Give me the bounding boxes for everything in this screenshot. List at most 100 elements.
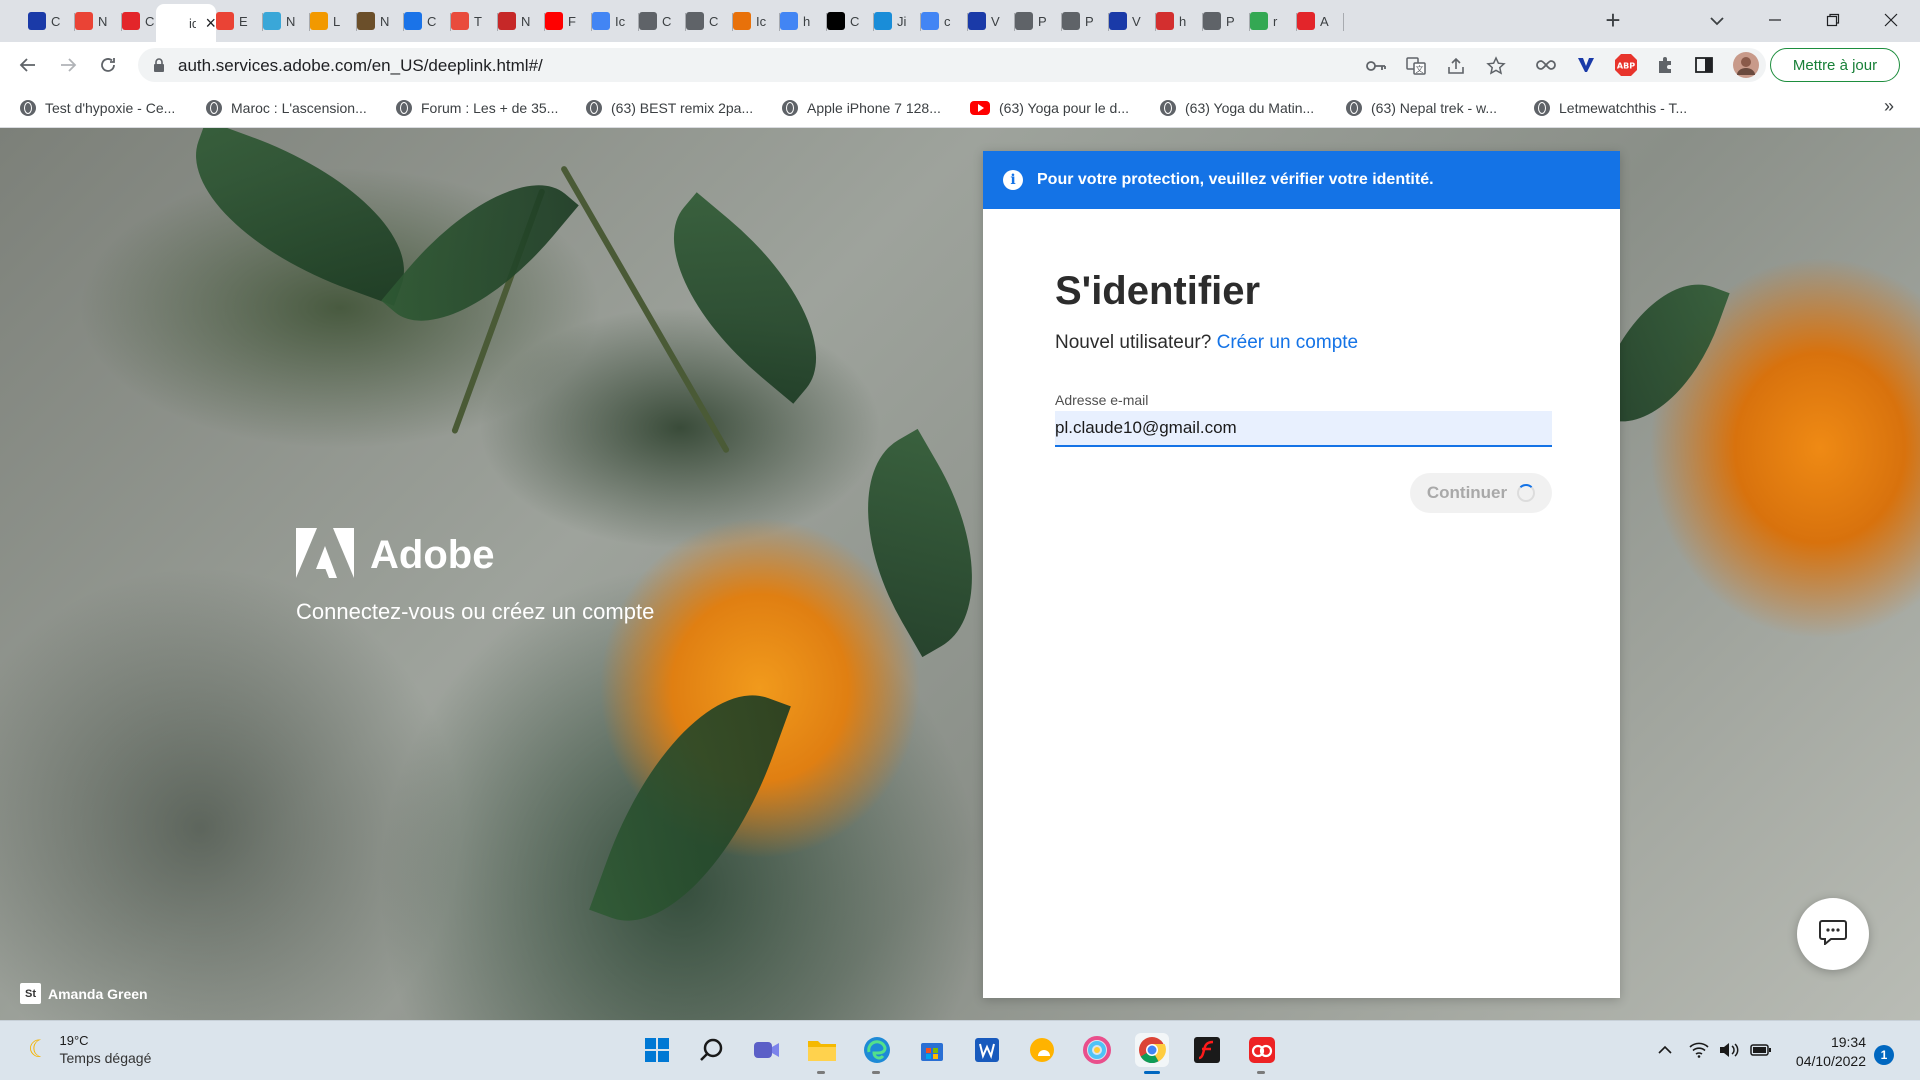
tab-title: r	[1273, 13, 1278, 29]
svg-text:ABP: ABP	[1617, 62, 1635, 71]
notification-badge[interactable]: 1	[1874, 1045, 1894, 1065]
extensions-puzzle-icon[interactable]	[1654, 53, 1678, 77]
moon-icon: ☾	[28, 1036, 50, 1063]
adobe-signin-page: Adobe Connectez-vous ou créez un compte …	[0, 128, 1920, 1020]
address-bar[interactable]: auth.services.adobe.com/en_US/deeplink.h…	[138, 48, 1766, 82]
tab-title: T	[474, 13, 482, 29]
running-indicator	[817, 1071, 825, 1074]
search-icon[interactable]	[695, 1033, 729, 1067]
photos-icon[interactable]	[1080, 1033, 1114, 1067]
tab-title: h	[1179, 13, 1187, 29]
back-icon[interactable]	[12, 49, 44, 81]
profile-avatar[interactable]	[1732, 51, 1760, 79]
flag-icon	[1156, 12, 1174, 30]
bookmark-item[interactable]: Forum : Les + de 35...	[396, 98, 558, 118]
reload-icon[interactable]	[92, 49, 124, 81]
new-user-row: Nouvel utilisateur? Créer un compte	[1055, 332, 1552, 354]
volume-icon[interactable]	[1718, 1039, 1740, 1061]
globe-icon	[206, 100, 222, 116]
veed-extension-icon[interactable]	[1574, 53, 1598, 77]
email-field[interactable]	[1055, 411, 1552, 447]
clock-date: 04/10/2022	[1795, 1053, 1866, 1069]
adblock-icon[interactable]: ABP	[1614, 53, 1638, 77]
adobe-logo-icon	[296, 528, 354, 583]
bookmark-item[interactable]: Letmewatchthis - T...	[1534, 98, 1687, 118]
bookmark-label: (63) Yoga du Matin...	[1185, 100, 1315, 116]
tab-title: F	[568, 13, 576, 29]
bookmark-label: Maroc : L'ascension...	[231, 100, 367, 116]
ign-icon	[686, 12, 704, 30]
chrome-icon[interactable]	[1135, 1033, 1169, 1074]
tab[interactable]: A	[1287, 5, 1344, 37]
bookmark-item[interactable]: Maroc : L'ascension...	[206, 98, 367, 118]
battery-icon[interactable]	[1750, 1039, 1772, 1061]
forward-icon[interactable]	[52, 49, 84, 81]
globe-icon	[396, 100, 412, 116]
svg-text:文: 文	[1416, 64, 1424, 74]
translate-icon[interactable]: 文	[1406, 56, 1426, 76]
store-icon[interactable]	[915, 1033, 949, 1067]
bookmark-item[interactable]: (63) Yoga pour le d...	[970, 98, 1129, 118]
gmail-icon	[75, 12, 93, 30]
bookmark-item[interactable]: (63) BEST remix 2pa...	[586, 98, 753, 118]
bookmarks-bar: Test d'hypoxie - Ce... Maroc : L'ascensio…	[0, 88, 1920, 128]
bookmarks-overflow-button[interactable]: »	[1884, 96, 1894, 117]
close-window-icon[interactable]	[1868, 4, 1914, 36]
show-hidden-icons-icon[interactable]	[1654, 1039, 1676, 1061]
email-label: Adresse e-mail	[1055, 392, 1149, 408]
update-button[interactable]: Mettre à jour	[1770, 48, 1900, 82]
word-icon[interactable]	[970, 1033, 1004, 1067]
restore-icon[interactable]	[1810, 4, 1856, 36]
photo-credit[interactable]: St Amanda Green	[20, 983, 148, 1004]
edge-icon[interactable]	[860, 1033, 894, 1074]
bookmark-item[interactable]: (63) Yoga du Matin...	[1160, 98, 1314, 118]
chat-button[interactable]	[1797, 898, 1869, 970]
tab-title: C	[850, 13, 860, 29]
bookmark-item[interactable]: Test d'hypoxie - Ce...	[20, 98, 175, 118]
creative-cloud-icon[interactable]	[1245, 1033, 1279, 1074]
wifi-icon[interactable]	[1688, 1039, 1710, 1061]
lock-icon[interactable]	[152, 57, 166, 78]
loading-spinner-icon	[1517, 484, 1536, 502]
minimize-icon[interactable]	[1752, 4, 1798, 36]
youtube-icon	[545, 12, 563, 30]
tab-title: c	[944, 13, 951, 29]
tab-title: C	[51, 13, 61, 29]
bookmark-star-icon[interactable]	[1486, 56, 1506, 76]
url-text: auth.services.adobe.com/en_US/deeplink.h…	[178, 56, 543, 75]
file-explorer-icon[interactable]	[805, 1033, 839, 1074]
bookmark-item[interactable]: Apple iPhone 7 128...	[782, 98, 941, 118]
tab-search-icon[interactable]	[1705, 9, 1729, 33]
weather-temperature: 19°C	[59, 1033, 89, 1048]
infinity-extension-icon[interactable]	[1534, 53, 1558, 77]
tab-title: C	[709, 13, 719, 29]
info-icon: i	[1003, 170, 1023, 190]
identity-banner: i Pour votre protection, veuillez vérifi…	[983, 151, 1620, 209]
weather-app-icon[interactable]	[1025, 1033, 1059, 1067]
windows-start-icon[interactable]	[640, 1033, 674, 1067]
calendar-icon	[404, 12, 422, 30]
signin-title: S'identifier	[1055, 269, 1261, 313]
tab-title: V	[991, 13, 1000, 29]
adobe-brand: Adobe Connectez-vous ou créez un compte	[296, 528, 654, 625]
bookmark-item[interactable]: (63) Nepal trek - w...	[1346, 98, 1497, 118]
system-clock[interactable]: 19:34 04/10/2022	[1786, 1033, 1866, 1071]
key-icon[interactable]	[1366, 56, 1386, 76]
continue-button[interactable]: Continuer	[1410, 473, 1552, 513]
bookmark-label: (63) Nepal trek - w...	[1371, 100, 1498, 116]
adobe-wordmark: Adobe	[370, 533, 495, 577]
brand-tagline: Connectez-vous ou créez un compte	[296, 599, 655, 624]
tab-title: E	[239, 13, 248, 29]
teams-icon[interactable]	[750, 1033, 784, 1067]
google-icon	[780, 12, 798, 30]
create-account-link[interactable]: Créer un compte	[1217, 332, 1359, 353]
side-panel-icon[interactable]	[1692, 53, 1716, 77]
share-icon[interactable]	[1446, 56, 1466, 76]
new-tab-button[interactable]: +	[1598, 6, 1628, 36]
tab-strip: C N Cid × E N L N C T N F Ic C C Ic h C Ji c V P P Vh Pr A +	[0, 0, 1920, 42]
maps-icon	[1250, 12, 1268, 30]
weather-widget[interactable]: ☾ 19°C Temps dégagé	[28, 1033, 151, 1066]
flash-icon[interactable]	[1190, 1033, 1224, 1067]
tab-title: P	[1038, 13, 1047, 29]
tab-title: L	[333, 13, 341, 29]
